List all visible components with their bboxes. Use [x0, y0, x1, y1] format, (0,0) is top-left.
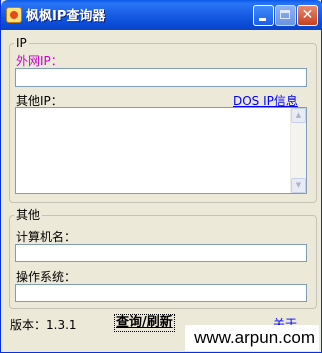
maximize-button[interactable] — [275, 5, 296, 26]
app-icon — [6, 7, 22, 23]
window-title: 枫枫IP查询器 — [26, 9, 106, 24]
maximize-icon — [280, 10, 290, 19]
computer-name-field[interactable] — [15, 244, 307, 262]
os-label: 操作系统： — [16, 270, 77, 284]
external-ip-field[interactable] — [15, 68, 307, 87]
minimize-icon — [259, 18, 266, 21]
close-button[interactable]: ✕ — [297, 5, 318, 26]
scroll-down-icon: ▼ — [295, 181, 302, 189]
computer-name-label: 计算机名： — [16, 230, 77, 244]
scroll-up-button[interactable]: ▲ — [291, 108, 306, 123]
query-refresh-button[interactable]: 查询/刷新 — [114, 314, 175, 332]
close-icon: ✕ — [301, 7, 314, 23]
other-ip-scrollbar[interactable]: ▲ ▼ — [290, 108, 306, 193]
app-window: 枫枫IP查询器 ✕ IP 外网IP： 其他IP： DOS IP信息 ▲ ▼ 其他… — [0, 0, 322, 353]
external-ip-label: 外网IP： — [16, 54, 63, 68]
scroll-up-icon: ▲ — [295, 111, 302, 119]
title-bar[interactable]: 枫枫IP查询器 ✕ — [1, 0, 322, 30]
scroll-down-button[interactable]: ▼ — [291, 178, 306, 193]
other-ip-textarea[interactable]: ▲ ▼ — [15, 107, 307, 194]
watermark: www.arpun.com — [185, 325, 319, 351]
os-field[interactable] — [15, 284, 307, 302]
minimize-button[interactable] — [253, 5, 274, 26]
other-group-legend: 其他 — [16, 208, 41, 222]
version-label: 版本：1.3.1 — [10, 318, 77, 332]
ip-group-legend: IP — [16, 36, 27, 50]
